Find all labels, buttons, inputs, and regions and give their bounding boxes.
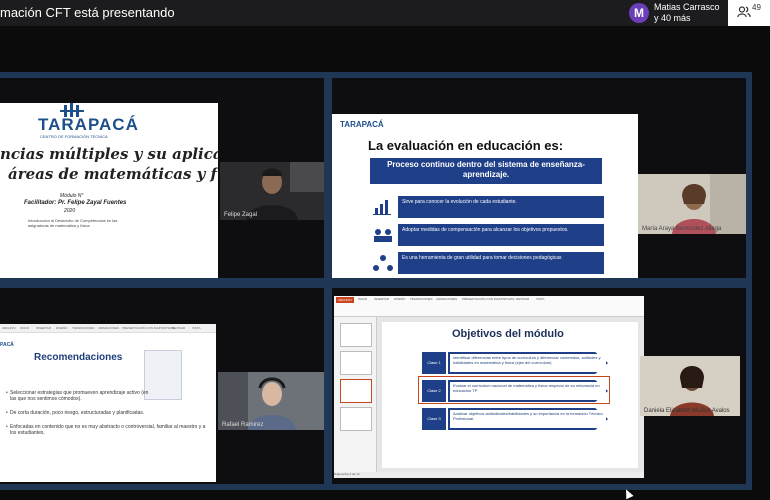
ribbon-tab: ANIMACIONES [436,297,458,301]
ribbon-tab: TRANSICIONES [72,326,95,330]
avatar: M [629,3,649,23]
ribbon-tab: ARCHIVO [336,297,354,303]
participant-name: Matias Carrasco [654,2,720,12]
shared-slide: TARAPACÁ CENTRO DE FORMACIÓN TÉCNICA nci… [0,103,218,278]
chart-icon [370,196,396,218]
ribbon-tab: REVISAR [172,326,186,330]
slide-module: Módulo N° [60,193,84,199]
slide-bullet: De corta duración, poco riesgo, estructu… [6,410,210,416]
ribbon-tab: INSERTAR [374,297,389,301]
highlight-box [418,376,610,404]
participant-name-label: Rafael Ramirez [222,422,264,428]
participant-name-label: Daniela Elizabeth Muñoz Avalos [644,408,730,414]
ribbon-tabs: ARCHIVO INICIO INSERTAR DISEÑO TRANSICIO… [334,296,644,317]
slide-logo: TARAPACÁ [38,115,139,134]
ribbon-tab: VISTA [192,326,201,330]
slide-row-text: Es una herramienta de gran utilidad para… [398,252,604,274]
ribbon-tab: ARCHIVO [2,326,16,330]
ribbon-tab: ANIMACIONES [98,326,120,330]
presentation-topbar: mación CFT está presentando M Matias Car… [0,0,770,26]
slide-logo: TARAPACÁ [340,120,384,129]
slide-banner: Proceso continuo dentro del sistema de e… [370,158,602,184]
slide-thumbnail [340,407,372,431]
network-icon [370,252,396,274]
slide-institution: CENTRO DE FORMACIÓN TÉCNICA [40,134,108,139]
video-tile-1[interactable]: TARAPACÁ CENTRO DE FORMACIÓN TÉCNICA nci… [0,78,324,278]
people-button[interactable]: 49 [728,0,770,26]
people-icon [737,6,751,18]
ribbon-tab: DISEÑO [394,297,406,301]
ribbon-tab: DISEÑO [56,326,68,330]
presenting-banner-text: mación CFT está presentando [0,5,175,20]
status-bar: Diapositiva 3 de 12 [334,472,644,478]
slide-logo: PACÁ [0,342,14,348]
slide-bullet: Seleccionar estrategias que promueven ap… [6,390,150,402]
ribbon-tabs: ARCHIVO INICIO INSERTAR DISEÑO TRANSICIO… [0,324,216,333]
participant-camera: Daniela Elizabeth Muñoz Avalos [640,356,740,416]
ribbon-tab: REVISAR [516,297,530,301]
slide-thumbnail [340,351,372,375]
shared-powerpoint-window: ARCHIVO INICIO INSERTAR DISEÑO TRANSICIO… [334,296,644,478]
ribbon-tab: PRESENTACIÓN CON DIAPOSITIVAS [462,297,515,301]
participant-camera: Rafael Ramirez [218,372,324,430]
shared-slide: ARCHIVO INICIO INSERTAR DISEÑO TRANSICIO… [0,324,216,482]
ribbon-tab: INICIO [358,297,368,301]
class-text: Identificar diferencias entre tipos de c… [450,354,606,372]
ribbon-tab: TRANSICIONES [410,297,433,301]
ribbon-tab: VISTA [536,297,545,301]
participant-camera: María Araya Bermúdez Aliaga [638,174,746,234]
slide-title: Objetivos del módulo [452,328,564,340]
shared-slide: TARAPACÁ La evaluación en educación es: … [332,114,638,278]
slide-title: La evaluación en educación es: [368,138,564,153]
slide-row-text: Adoptar medidas de compensación para alc… [398,224,604,246]
participants-summary[interactable]: M Matias Carrasco y 40 más [628,2,724,24]
slide-title: Recomendaciones [34,352,123,363]
person-silhouette-icon [638,174,746,234]
slide-thumbnails-pane [334,317,377,472]
participant-camera: Felipe Zagal [220,162,324,220]
slide-canvas: Objetivos del módulo Clase 1 Identificar… [382,322,638,468]
slide-title-line-1: ncias múltiples y su aplicación [0,145,218,163]
class-text: Analizar objetivos actitudinales/habilid… [450,410,606,428]
ribbon-tab: PRESENTACIÓN CON DIAPOSITIVAS [122,326,175,330]
participant-more-count: y 40 más [654,13,691,23]
slide-thumbnail [340,323,372,347]
person-silhouette-icon [640,356,740,416]
slide-year: 2020 [64,208,76,214]
slide-row-text: Sirve para conocer la evolución de cada … [398,196,604,218]
people-icon [370,224,396,246]
video-tile-4[interactable]: ARCHIVO INICIO INSERTAR DISEÑO TRANSICIO… [332,288,746,484]
video-tile-3[interactable]: ARCHIVO INICIO INSERTAR DISEÑO TRANSICIO… [0,288,324,484]
ribbon-tab: INSERTAR [36,326,51,330]
class-label: Clase 3 [422,408,446,430]
video-tile-2[interactable]: TARAPACÁ La evaluación en educación es: … [332,78,746,278]
presentation-stage: TARAPACÁ CENTRO DE FORMACIÓN TÉCNICA nci… [0,72,752,490]
slide-footnote: Introducción al Desarrollo de Competenci… [28,218,118,228]
class-label: Clase 1 [422,352,446,374]
participant-name-label: María Araya Bermúdez Aliaga [642,226,722,232]
people-count: 49 [752,3,761,12]
slide-title-line-2: áreas de matemáticas y física [8,165,218,183]
slide-facilitator: Facilitador: Pr. Felipe Zayal Fuentes [24,200,127,206]
slide-bullet: Enfocadas en contenido que no es muy abs… [6,424,210,436]
participant-name-label: Felipe Zagal [224,212,258,218]
slide-thumbnail-selected [340,379,372,403]
ribbon-tab: INICIO [20,326,30,330]
